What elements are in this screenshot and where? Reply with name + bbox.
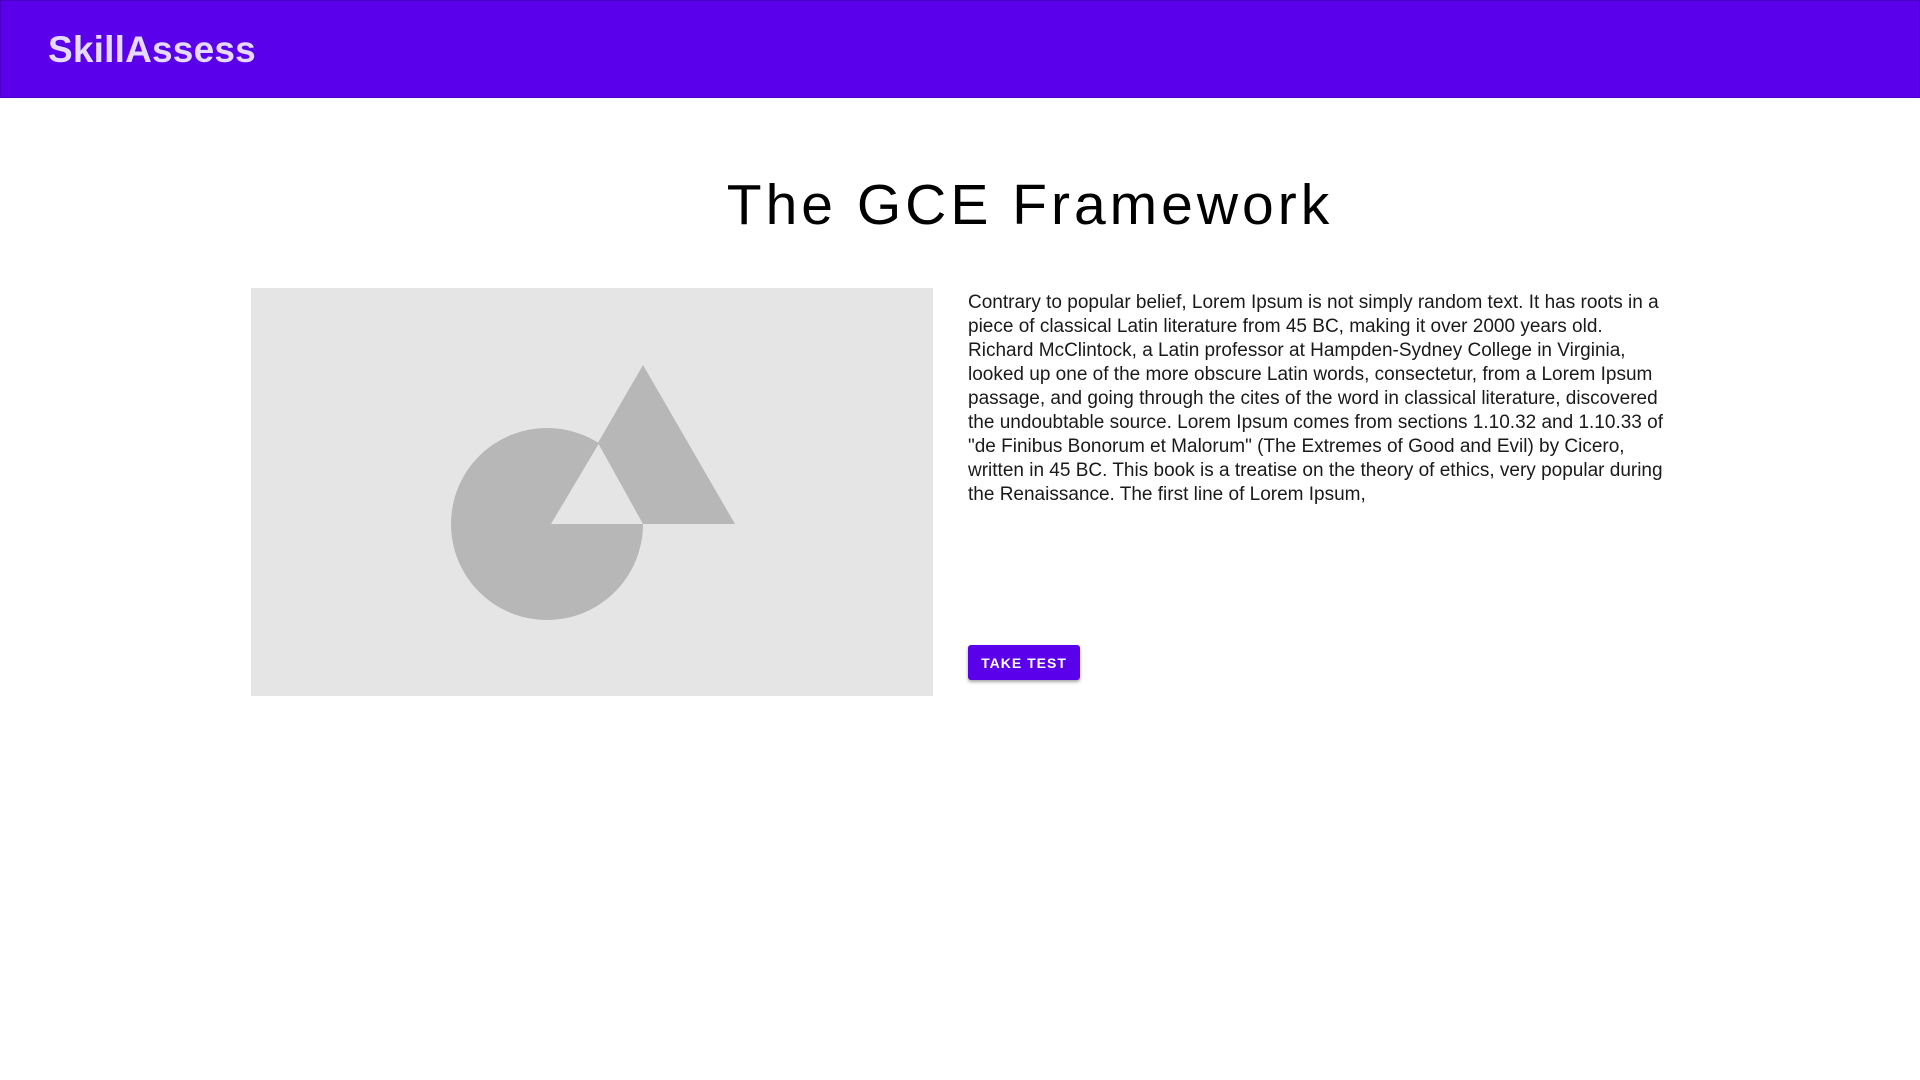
description-text: Contrary to popular belief, Lorem Ipsum … xyxy=(968,292,1663,505)
take-test-button[interactable]: TAKE TEST xyxy=(968,645,1080,680)
page-title: The GCE Framework xyxy=(726,173,1334,237)
image-placeholder xyxy=(251,288,933,696)
brand-logo[interactable]: SkillAssess xyxy=(48,29,256,71)
image-placeholder-icon xyxy=(451,365,735,620)
app-bar: SkillAssess xyxy=(0,0,1920,98)
